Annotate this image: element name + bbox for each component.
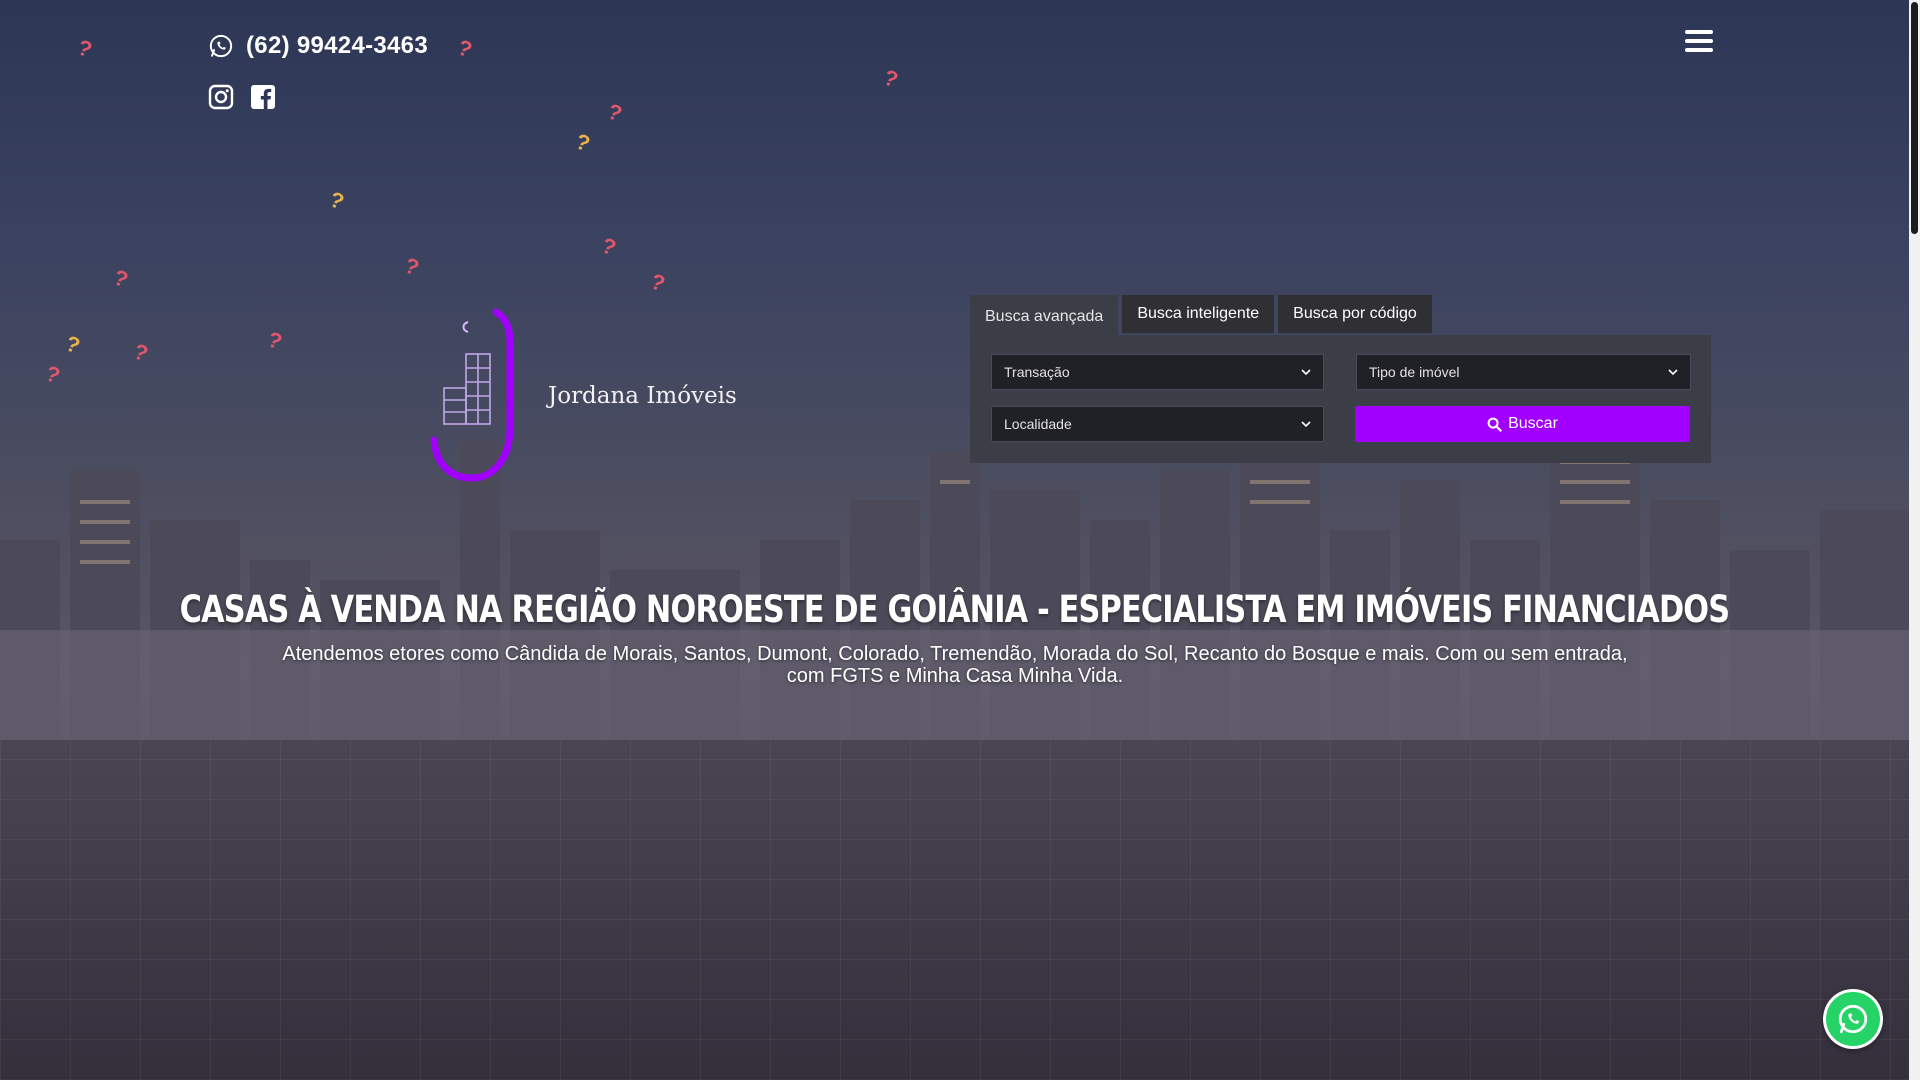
phone-contact[interactable]: (62) 99424-3463 [208, 32, 428, 60]
tab-busca-inteligente[interactable]: Busca inteligente [1122, 295, 1275, 333]
transacao-select[interactable]: Transação [991, 354, 1324, 390]
search-icon [1487, 417, 1502, 432]
confetti-decoration: ? [880, 64, 902, 93]
transacao-select-value: Transação [1004, 364, 1070, 380]
confetti-decoration: ? [647, 268, 669, 297]
whatsapp-icon [209, 34, 233, 58]
localidade-select[interactable]: Localidade [991, 406, 1324, 442]
hero-background: ? ? ? ? ? ? ? ? ? ? ? ? ? ? [0, 0, 1909, 1080]
search-tabs: Busca avançada Busca inteligente Busca p… [970, 295, 1432, 337]
instagram-icon[interactable] [208, 84, 234, 110]
search-panel: Transação Tipo de imóvel Localidade Busc… [970, 335, 1711, 463]
facebook-icon[interactable] [250, 84, 276, 110]
tab-busca-avancada[interactable]: Busca avançada [970, 295, 1119, 337]
tab-busca-por-codigo[interactable]: Busca por código [1278, 295, 1432, 333]
tipo-imovel-select[interactable]: Tipo de imóvel [1356, 354, 1691, 390]
chevron-down-icon [1301, 369, 1311, 376]
confetti-decoration: ? [326, 186, 348, 215]
social-links [208, 84, 276, 110]
plaza-floor [0, 740, 1909, 1080]
hero-subtitle-line2: com FGTS e Minha Casa Minha Vida. [786, 665, 1124, 687]
confetti-decoration: ? [264, 326, 286, 355]
logo-mark-icon [430, 308, 514, 482]
tipo-imovel-select-value: Tipo de imóvel [1369, 364, 1460, 380]
page-title: CASAS À VENDA NA REGIÃO NOROESTE DE GOIÂ… [179, 588, 1730, 631]
scrollbar-thumb[interactable] [1911, 2, 1918, 234]
whatsapp-float-circle [1826, 992, 1880, 1046]
company-logo[interactable]: Jordana Imóveis [428, 308, 737, 484]
hero-subtitle: Atendemos etores como Cândida de Morais,… [220, 643, 1690, 687]
chevron-down-icon [1668, 369, 1678, 376]
confetti-decoration: ? [604, 98, 626, 127]
confetti-decoration: ? [110, 264, 132, 293]
confetti-decoration: ? [572, 128, 594, 157]
confetti-decoration: ? [74, 34, 96, 63]
chevron-down-icon [1301, 421, 1311, 428]
confetti-decoration: ? [454, 34, 476, 63]
logo-text: Jordana Imóveis [548, 383, 737, 409]
buscar-label: Buscar [1508, 415, 1558, 432]
confetti-decoration: ? [401, 252, 423, 281]
whatsapp-icon [1838, 1004, 1868, 1034]
buscar-button[interactable]: Buscar [1355, 406, 1690, 442]
localidade-select-value: Localidade [1004, 416, 1072, 432]
confetti-decoration: ? [598, 232, 620, 261]
hero-subtitle-line1: Atendemos etores como Cândida de Morais,… [282, 643, 1628, 665]
phone-number[interactable]: (62) 99424-3463 [246, 32, 428, 60]
hamburger-menu-icon[interactable] [1685, 30, 1713, 54]
whatsapp-float-button[interactable] [1823, 989, 1883, 1049]
confetti-decoration: ? [62, 330, 84, 359]
page-scrollbar[interactable] [1909, 0, 1920, 1080]
confetti-decoration: ? [130, 338, 152, 367]
